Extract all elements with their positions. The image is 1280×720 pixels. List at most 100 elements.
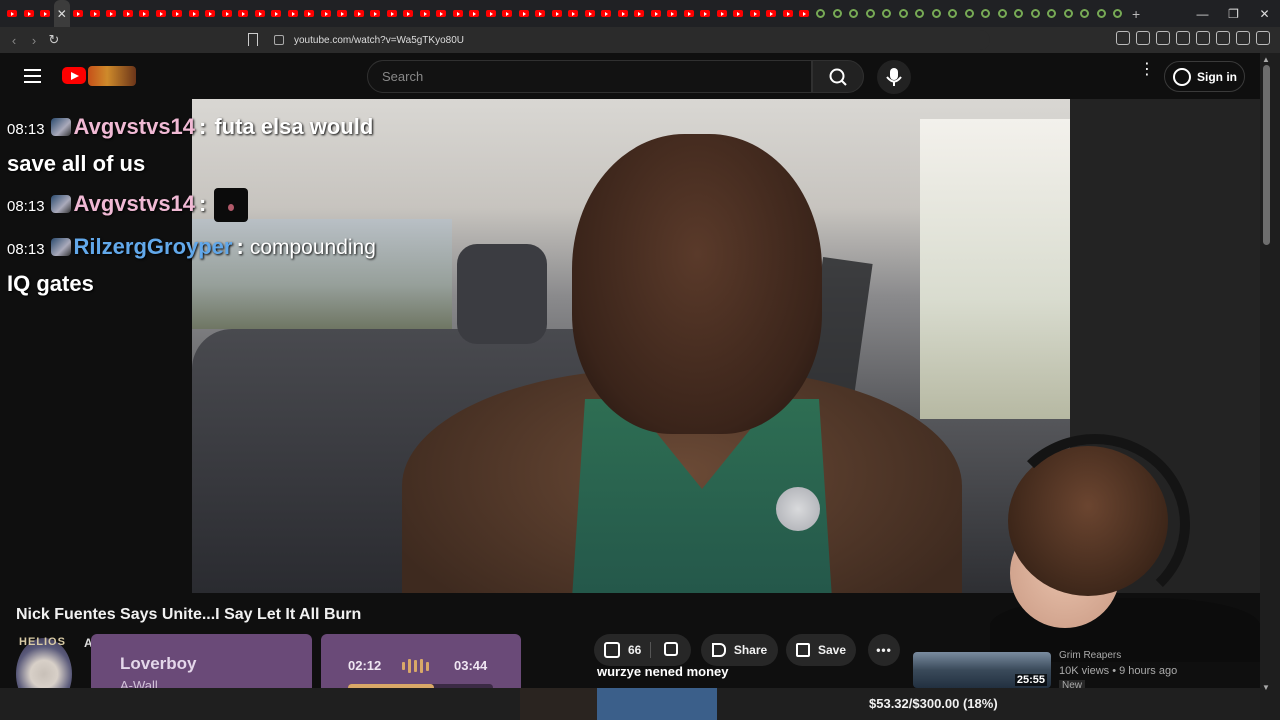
browser-tab[interactable] [862, 0, 879, 27]
browser-tab[interactable] [631, 0, 648, 27]
voice-search-button[interactable] [877, 60, 911, 94]
sign-in-button[interactable]: Sign in [1164, 61, 1245, 92]
browser-tab[interactable] [945, 0, 962, 27]
browser-tab[interactable] [598, 0, 615, 27]
hamburger-icon[interactable] [24, 69, 41, 83]
browser-tab[interactable] [450, 0, 467, 27]
more-actions-button[interactable]: ••• [868, 634, 900, 666]
browser-tab[interactable] [301, 0, 318, 27]
browser-tab[interactable] [714, 0, 731, 27]
browser-tab[interactable] [153, 0, 170, 27]
browser-tab[interactable] [103, 0, 120, 27]
browser-tab[interactable] [367, 0, 384, 27]
recommended-thumbnail[interactable]: 25:55 [913, 652, 1051, 688]
search-input[interactable]: Search [367, 60, 812, 93]
browser-tab[interactable] [565, 0, 582, 27]
extension-icon[interactable] [1136, 31, 1150, 45]
bookmark-icon[interactable] [248, 33, 258, 46]
browser-tab[interactable] [879, 0, 896, 27]
browser-tab[interactable] [1011, 0, 1028, 27]
browser-tab[interactable] [235, 0, 252, 27]
menu-icon[interactable] [1256, 31, 1270, 45]
browser-tab[interactable] [648, 0, 665, 27]
browser-tab[interactable] [318, 0, 335, 27]
shield-icon[interactable] [1236, 31, 1250, 45]
music-icon[interactable] [1156, 31, 1170, 45]
browser-tab[interactable] [961, 0, 978, 27]
browser-tab[interactable] [532, 0, 549, 27]
recommended-title[interactable]: Grim Reapers [1059, 650, 1121, 661]
browser-tab[interactable] [747, 0, 764, 27]
close-window-icon[interactable]: ✕ [1249, 7, 1280, 21]
browser-tab[interactable] [912, 0, 929, 27]
browser-tab[interactable] [1077, 0, 1094, 27]
browser-tab[interactable] [1060, 0, 1077, 27]
minimize-icon[interactable]: — [1187, 7, 1218, 21]
more-options-icon[interactable]: ⋮ [1139, 62, 1155, 78]
browser-tab[interactable] [268, 0, 285, 27]
search-button[interactable] [812, 60, 864, 93]
scroll-down-icon[interactable]: ▼ [1262, 683, 1270, 692]
url-field[interactable]: youtube.com/watch?v=Wa5gTKyo80U [270, 30, 990, 50]
browser-tab[interactable] [70, 0, 87, 27]
browser-tab[interactable] [1110, 0, 1127, 27]
browser-tab[interactable] [252, 0, 269, 27]
browser-tab[interactable] [21, 0, 38, 27]
browser-tab[interactable] [136, 0, 153, 27]
browser-tab[interactable] [994, 0, 1011, 27]
browser-tab[interactable] [730, 0, 747, 27]
browser-tab[interactable] [549, 0, 566, 27]
like-dislike-button[interactable]: 66 [594, 634, 691, 666]
browser-tab[interactable] [697, 0, 714, 27]
browser-tab[interactable] [483, 0, 500, 27]
browser-tab[interactable] [846, 0, 863, 27]
browser-tab[interactable] [120, 0, 137, 27]
browser-tab[interactable] [895, 0, 912, 27]
page-scrollbar[interactable]: ▲ ▼ [1260, 53, 1280, 720]
restore-icon[interactable]: ❐ [1218, 7, 1249, 21]
browser-tab[interactable] [169, 0, 186, 27]
browser-tab[interactable] [334, 0, 351, 27]
wallet-icon[interactable] [1196, 31, 1210, 45]
browser-tab[interactable] [466, 0, 483, 27]
back-icon[interactable]: ‹ [4, 33, 24, 48]
extension-icon[interactable] [1116, 31, 1130, 45]
browser-tab[interactable] [87, 0, 104, 27]
browser-tab[interactable] [780, 0, 797, 27]
new-tab-icon[interactable]: + [1132, 6, 1140, 22]
close-tab-icon[interactable]: ✕ [57, 7, 67, 21]
browser-tab[interactable] [813, 0, 830, 27]
thumbs-up-icon[interactable] [604, 642, 620, 658]
browser-tab[interactable] [1044, 0, 1061, 27]
browser-tab[interactable] [615, 0, 632, 27]
doodle-logo[interactable] [88, 66, 136, 86]
scrollbar-thumb[interactable] [1263, 65, 1270, 245]
browser-tab[interactable]: ✕ [53, 0, 70, 27]
ai-icon[interactable] [1216, 31, 1230, 45]
browser-tab[interactable] [4, 0, 21, 27]
sidebar-icon[interactable] [1176, 31, 1190, 45]
browser-tab[interactable] [37, 0, 54, 27]
browser-tab[interactable] [351, 0, 368, 27]
browser-tab[interactable] [978, 0, 995, 27]
browser-tab[interactable] [1093, 0, 1110, 27]
youtube-logo[interactable] [62, 67, 86, 84]
browser-tab[interactable] [829, 0, 846, 27]
scroll-up-icon[interactable]: ▲ [1262, 55, 1270, 64]
reload-icon[interactable]: ↻ [44, 32, 64, 48]
browser-tab[interactable] [400, 0, 417, 27]
browser-tab[interactable] [928, 0, 945, 27]
browser-tab[interactable] [285, 0, 302, 27]
browser-tab[interactable] [796, 0, 813, 27]
browser-tab[interactable] [499, 0, 516, 27]
browser-tab[interactable] [433, 0, 450, 27]
site-info-icon[interactable] [274, 35, 284, 45]
browser-tab[interactable] [763, 0, 780, 27]
thumbs-down-icon[interactable] [664, 642, 678, 656]
browser-tab[interactable] [664, 0, 681, 27]
browser-tab[interactable] [384, 0, 401, 27]
browser-tab[interactable] [186, 0, 203, 27]
share-button[interactable]: Share [701, 634, 778, 666]
browser-tab[interactable] [202, 0, 219, 27]
browser-tab[interactable] [219, 0, 236, 27]
